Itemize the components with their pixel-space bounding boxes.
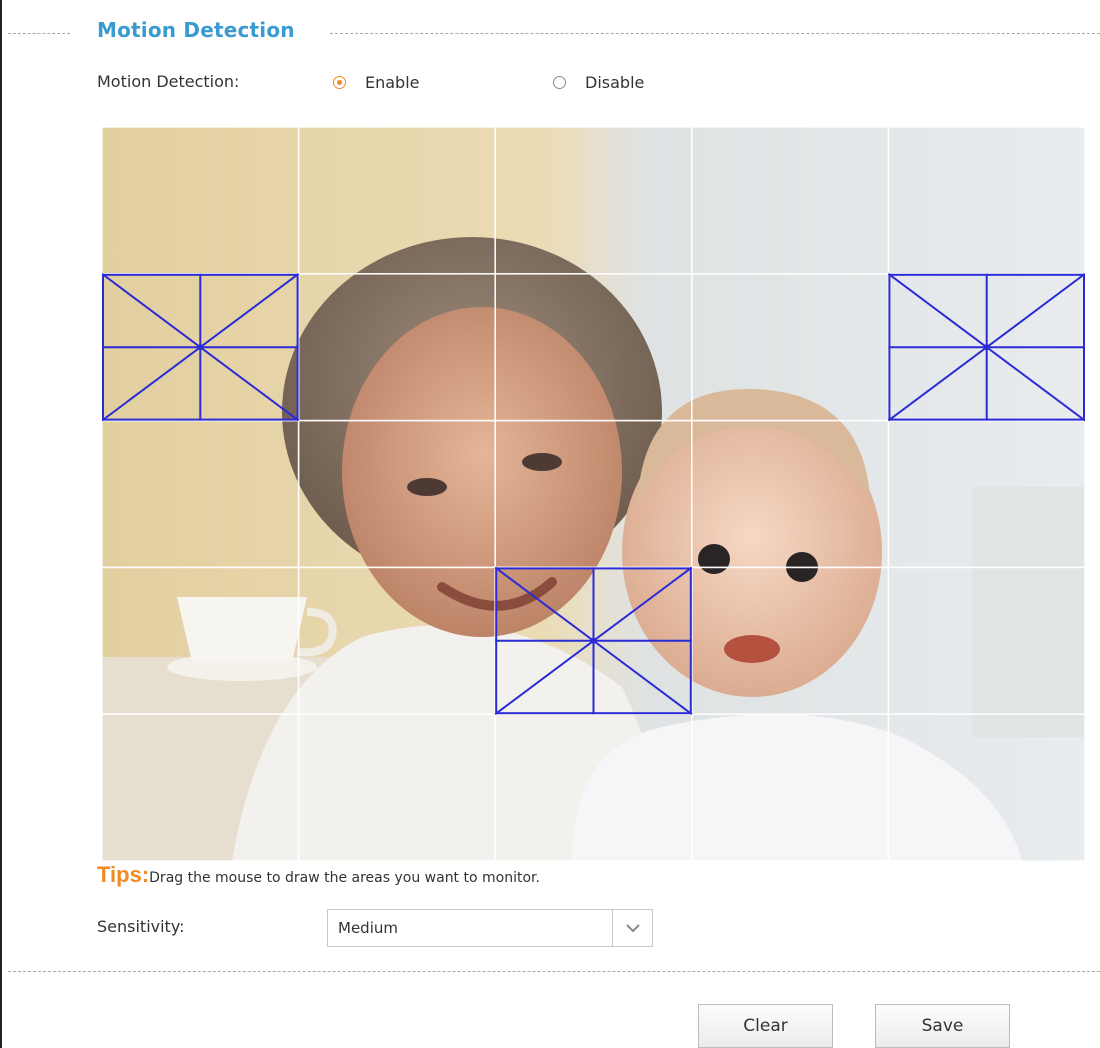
grid-cell[interactable] <box>494 419 693 569</box>
sensitivity-dropdown-button[interactable] <box>612 910 652 946</box>
grid-cell[interactable] <box>691 127 890 275</box>
selected-region <box>102 272 300 422</box>
grid-cell[interactable] <box>887 713 1085 861</box>
grid-cell[interactable] <box>691 566 890 715</box>
tips-text: Drag the mouse to draw the areas you wan… <box>149 870 540 886</box>
selected-region <box>494 566 693 716</box>
detection-grid[interactable] <box>102 127 1085 861</box>
grid-cell[interactable] <box>691 419 890 569</box>
section-title: Motion Detection <box>97 18 295 42</box>
grid-cell[interactable] <box>691 273 890 422</box>
disable-radio-label[interactable]: Disable <box>585 73 644 92</box>
motion-detection-label: Motion Detection: <box>97 72 240 91</box>
sensitivity-value[interactable]: Medium <box>338 919 398 937</box>
grid-cell[interactable] <box>887 127 1085 275</box>
disable-radio-indicator[interactable] <box>553 76 566 89</box>
grid-cell[interactable] <box>494 127 693 275</box>
grid-cell[interactable] <box>887 419 1085 569</box>
enable-radio-label[interactable]: Enable <box>365 73 420 92</box>
grid-cell[interactable] <box>297 273 496 422</box>
enable-radio[interactable]: Enable <box>333 73 420 92</box>
grid-cell[interactable] <box>494 273 693 422</box>
grid-cell[interactable] <box>102 419 300 569</box>
selected-region <box>887 272 1085 422</box>
grid-cell[interactable] <box>102 713 300 861</box>
section-divider-left <box>8 33 70 34</box>
sensitivity-label: Sensitivity: <box>97 917 185 936</box>
disable-radio[interactable]: Disable <box>553 73 644 92</box>
enable-radio-indicator[interactable] <box>333 76 346 89</box>
chevron-down-icon[interactable] <box>625 922 641 934</box>
tips: Tips:Drag the mouse to draw the areas yo… <box>97 862 540 888</box>
grid-cell[interactable] <box>297 566 496 715</box>
clear-button[interactable]: Clear <box>698 1004 833 1048</box>
grid-cell[interactable] <box>494 713 693 861</box>
section-divider-right <box>330 33 1100 34</box>
grid-cell[interactable] <box>887 566 1085 715</box>
sensitivity-select[interactable]: Medium <box>327 909 653 947</box>
grid-cell[interactable] <box>297 419 496 569</box>
grid-cell[interactable] <box>102 566 300 715</box>
grid-cell[interactable] <box>691 713 890 861</box>
grid-cell[interactable] <box>297 127 496 275</box>
grid-cell[interactable] <box>297 713 496 861</box>
left-border <box>0 0 2 1048</box>
grid-cell[interactable] <box>102 127 300 275</box>
tips-title: Tips: <box>97 862 150 887</box>
bottom-divider <box>8 971 1100 972</box>
camera-preview-canvas[interactable] <box>102 127 1085 861</box>
save-button[interactable]: Save <box>875 1004 1010 1048</box>
camera-preview[interactable] <box>102 127 1085 861</box>
